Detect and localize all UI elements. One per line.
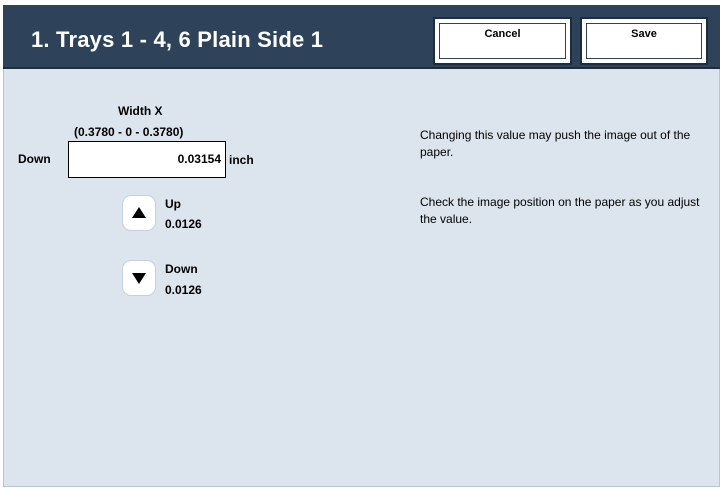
decrease-step: 0.0126 <box>165 283 202 297</box>
save-button[interactable]: Save <box>580 17 708 65</box>
warning-message: Changing this value may push the image o… <box>420 128 691 159</box>
main-panel <box>3 5 720 487</box>
value-text: 0.03154 <box>177 152 221 166</box>
value-range: (0.3780 - 0 - 0.3780) <box>74 125 184 139</box>
increase-label: Up <box>165 197 181 211</box>
info-message: Check the image position on the paper as… <box>420 195 700 226</box>
direction-label: Down <box>18 152 51 166</box>
header-bar: 1. Trays 1 - 4, 6 Plain Side 1 Cancel Sa… <box>3 5 720 69</box>
value-field[interactable]: 0.03154 <box>68 141 226 178</box>
decrease-button[interactable] <box>122 260 156 296</box>
cancel-button[interactable]: Cancel <box>433 17 572 65</box>
triangle-up-icon <box>132 207 146 218</box>
save-button-label: Save <box>631 28 657 40</box>
decrease-label: Down <box>165 262 198 276</box>
unit-label: inch <box>229 153 254 167</box>
increase-button[interactable] <box>122 195 156 231</box>
cancel-button-label: Cancel <box>484 28 521 40</box>
field-title: Width X <box>118 104 163 118</box>
page-title: 1. Trays 1 - 4, 6 Plain Side 1 <box>31 27 324 52</box>
triangle-down-icon <box>132 273 146 284</box>
increase-step: 0.0126 <box>165 217 202 231</box>
